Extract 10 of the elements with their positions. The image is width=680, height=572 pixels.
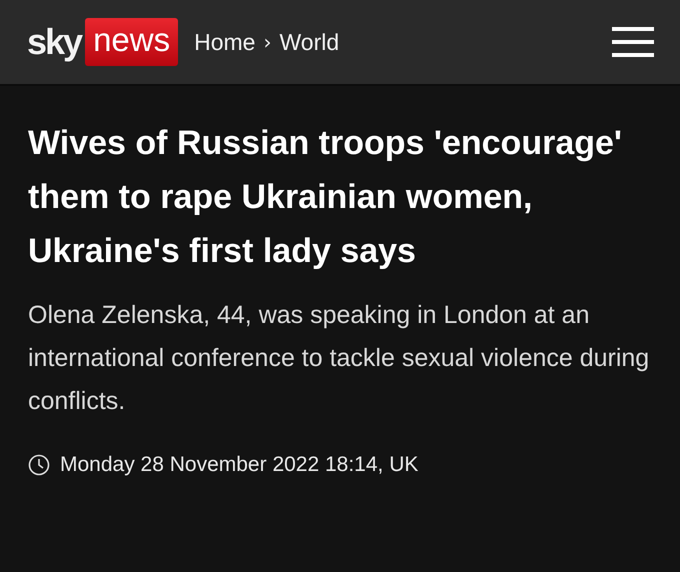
headline: Wives of Russian troops 'encourage' them to rape Ukrainian women, Ukraine's first lady says xyxy=(28,123,623,272)
clock-icon xyxy=(28,454,50,476)
logo-news[interactable]: news xyxy=(85,18,178,66)
menu-icon[interactable] xyxy=(612,27,654,57)
breadcrumb-link[interactable]: Home xyxy=(194,28,256,56)
breadcrumb-separator: › xyxy=(263,30,272,54)
summary: Olena Zelenska, 44, was speaking in London at an international conference to tackle sexual violence during conflicts. xyxy=(28,300,650,417)
logo-sky[interactable]: sky xyxy=(27,21,82,63)
timestamp: Monday 28 November 2022 18:14, UK xyxy=(60,453,418,477)
breadcrumb-link[interactable]: World xyxy=(279,28,340,56)
